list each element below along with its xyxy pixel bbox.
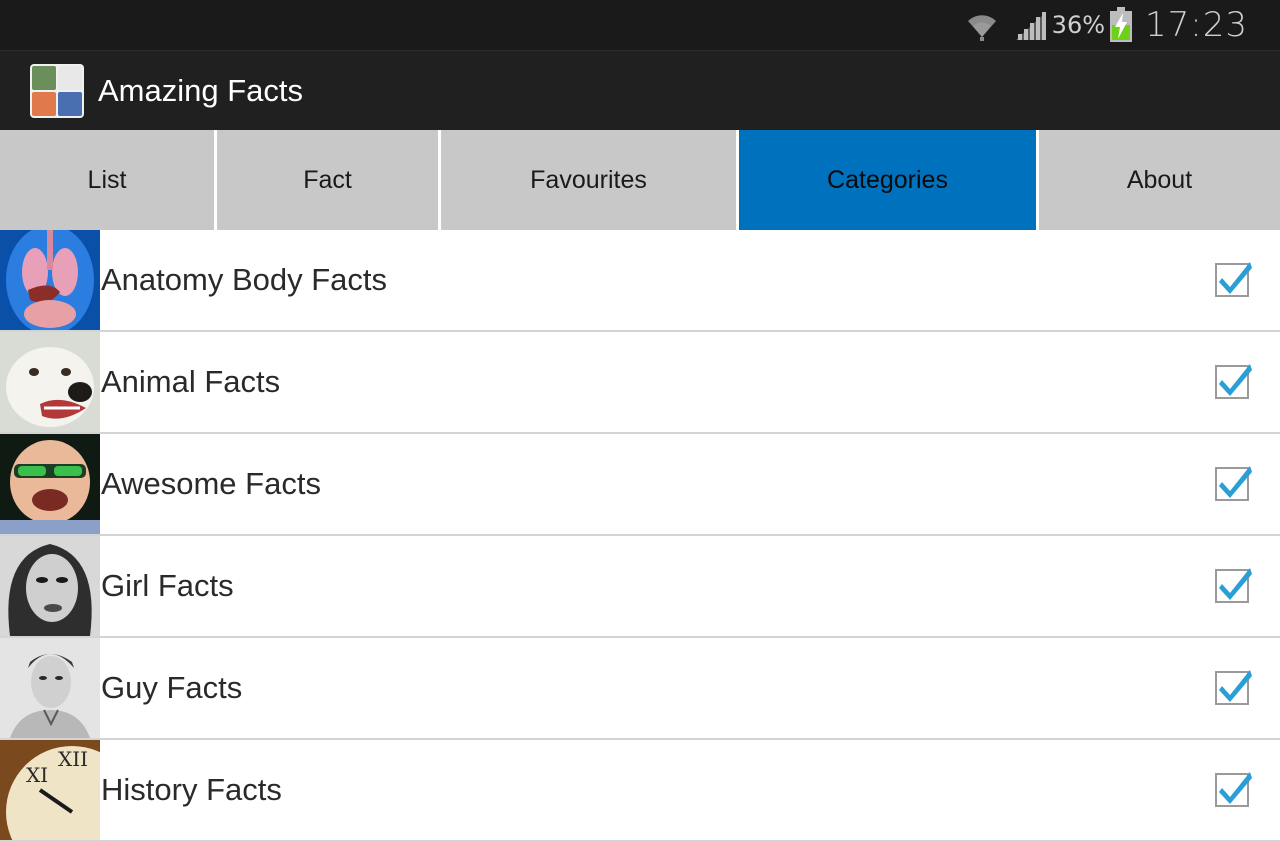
- list-item-label: Animal Facts: [101, 364, 281, 399]
- tab-list[interactable]: List: [0, 130, 217, 230]
- category-list: Anatomy Body Facts Animal Facts Awesome …: [0, 230, 1280, 842]
- list-item-label: Guy Facts: [101, 670, 243, 705]
- app-title: Amazing Facts: [98, 72, 304, 108]
- list-item[interactable]: Awesome Facts: [0, 434, 1280, 536]
- tab-about[interactable]: About: [1039, 130, 1280, 230]
- checkbox-checked-icon[interactable]: [1214, 360, 1254, 400]
- status-icons: 36% 17:23: [964, 0, 1248, 50]
- checkbox-checked-icon[interactable]: [1214, 564, 1254, 604]
- woman-sketch-thumbnail: [0, 536, 100, 636]
- tab-fact[interactable]: Fact: [217, 130, 441, 230]
- anatomy-thumbnail: [0, 230, 100, 330]
- list-item-label: Awesome Facts: [101, 466, 321, 501]
- list-item[interactable]: Guy Facts: [0, 638, 1280, 740]
- app-logo-icon[interactable]: [30, 63, 84, 118]
- list-item[interactable]: Anatomy Body Facts: [0, 230, 1280, 332]
- list-item[interactable]: XI XII History Facts: [0, 740, 1280, 842]
- dog-thumbnail: [0, 332, 100, 432]
- status-bar: 36% 17:23: [0, 0, 1280, 50]
- list-item-label: Anatomy Body Facts: [101, 262, 388, 297]
- list-item-label: History Facts: [101, 772, 282, 807]
- list-item-label: Girl Facts: [101, 568, 234, 603]
- checkbox-checked-icon[interactable]: [1214, 768, 1254, 808]
- checkbox-checked-icon[interactable]: [1214, 258, 1254, 298]
- list-item[interactable]: Girl Facts: [0, 536, 1280, 638]
- svg-text:XII: XII: [58, 747, 88, 771]
- man-sketch-thumbnail: [0, 638, 100, 738]
- battery-charging-icon: [1110, 7, 1133, 42]
- signal-icon: [1015, 12, 1046, 40]
- tab-bar: List Fact Favourites Categories About: [0, 130, 1280, 230]
- action-bar: Amazing Facts: [0, 50, 1280, 130]
- man-sunglasses-thumbnail: [0, 434, 100, 534]
- clock: 17:23: [1145, 5, 1248, 45]
- checkbox-checked-icon[interactable]: [1214, 666, 1254, 706]
- svg-text:XI: XI: [26, 763, 48, 787]
- tab-categories[interactable]: Categories: [739, 130, 1039, 230]
- wifi-icon: [967, 15, 996, 41]
- list-item[interactable]: Animal Facts: [0, 332, 1280, 434]
- clock-thumbnail: XI XII: [0, 740, 100, 840]
- checkbox-checked-icon[interactable]: [1214, 462, 1254, 502]
- tab-favourites[interactable]: Favourites: [441, 130, 739, 230]
- battery-percent: 36%: [1051, 11, 1106, 39]
